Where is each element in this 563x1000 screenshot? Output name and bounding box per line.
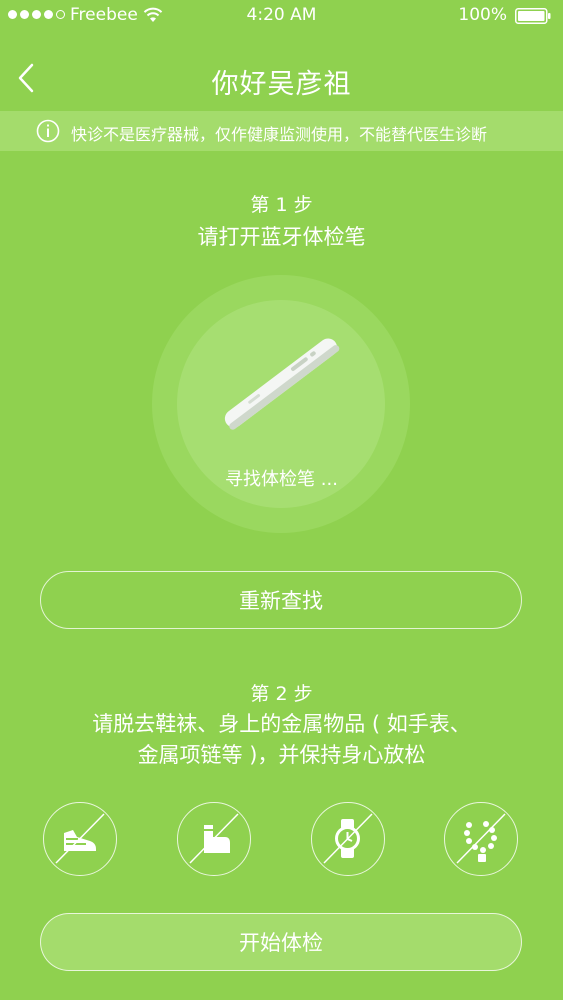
rescan-button[interactable]: 重新查找 bbox=[40, 571, 522, 629]
step1-label: 第 1 步 bbox=[250, 194, 313, 216]
page-title: 你好吴彦祖 bbox=[211, 69, 352, 100]
nav-bar: 你好吴彦祖 bbox=[0, 50, 563, 106]
battery-icon bbox=[515, 8, 551, 24]
disclaimer-text: 快诊不是医疗器械，仅作健康监测使用，不能替代医生诊断 bbox=[71, 125, 488, 144]
step2-description-line2: 金属项链等 )，并保持身心放松 bbox=[137, 743, 426, 767]
no-shoes-icon bbox=[43, 802, 117, 876]
status-bar: Freebee 4:20 AM 100% bbox=[0, 0, 563, 32]
step2-label: 第 2 步 bbox=[250, 683, 313, 705]
battery-percent: 100% bbox=[458, 5, 507, 25]
health-pen-icon bbox=[224, 338, 340, 430]
step1-description: 请打开蓝牙体检笔 bbox=[197, 225, 366, 249]
no-socks-icon bbox=[177, 802, 251, 876]
disclaimer-banner: 快诊不是医疗器械，仅作健康监测使用，不能替代医生诊断 bbox=[0, 111, 563, 151]
start-checkup-button[interactable]: 开始体检 bbox=[40, 913, 522, 971]
no-watch-icon bbox=[311, 802, 385, 876]
info-icon bbox=[36, 119, 60, 143]
step2-description-line1: 请脱去鞋袜、身上的金属物品 ( 如手表、 bbox=[92, 712, 471, 736]
searching-status-text: 寻找体检笔 ... bbox=[225, 469, 338, 490]
no-necklace-icon bbox=[444, 802, 518, 876]
